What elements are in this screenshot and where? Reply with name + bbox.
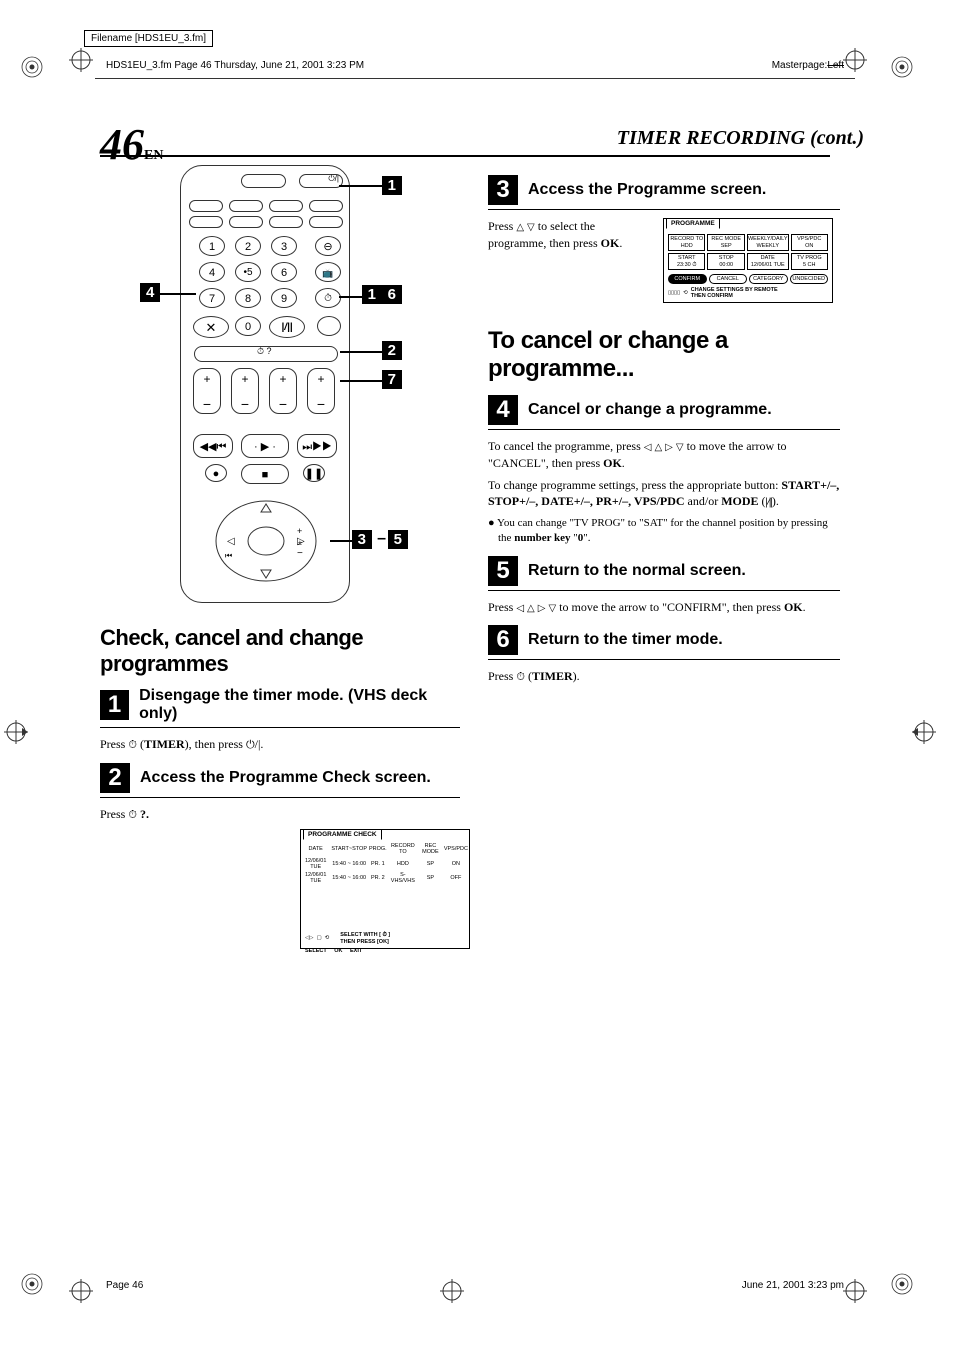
callout-16-right: 6 (382, 285, 402, 304)
crosshair-bc (440, 1279, 464, 1303)
step-1-number: 1 (100, 690, 129, 720)
osd-programme-tab: PROGRAMME (666, 218, 720, 229)
reg-mark-mr (912, 720, 936, 744)
footer-date: June 21, 2001 3:23 pm (742, 1280, 844, 1291)
table-row: 12/06/01 TUE15:40 ~ 16:00PR. 2S-VHS/VHSS… (301, 871, 469, 885)
page-number: 46EN (100, 119, 163, 170)
step-6-body: Press (TIMER). (488, 668, 840, 685)
filename-label: Filename [HDS1EU_3.fm] (84, 30, 213, 47)
header-doc-info: HDS1EU_3.fm Page 46 Thursday, June 21, 2… (106, 60, 364, 71)
step-6-row: 6 Return to the timer mode. (488, 625, 840, 655)
heading-check-cancel-change: Check, cancel and change programmes (100, 625, 460, 677)
osd-programme: PROGRAMME RECORD TOHDD REC MODESEP WEEKL… (663, 218, 833, 303)
callout-2: 2 (382, 341, 402, 360)
svg-text:◁: ◁ (227, 536, 235, 547)
step-1-row: 1 Disengage the timer mode. (VHS deck on… (100, 687, 460, 723)
power-icon (246, 737, 255, 751)
step-3-body: Press to select the programme, then pres… (488, 218, 653, 297)
svg-text:+: + (297, 526, 302, 536)
step-1-title: Disengage the timer mode. (VHS deck only… (139, 687, 460, 723)
step-4-p2: To change programme settings, press the … (488, 477, 840, 510)
step-2-title: Access the Programme Check screen. (140, 769, 431, 787)
clock-icon (128, 807, 137, 821)
title-rule (100, 155, 830, 157)
step-5-title: Return to the normal screen. (528, 562, 746, 580)
right-column: 3 Access the Programme screen. Press to … (488, 165, 840, 949)
step-2-body: Press ?. (100, 806, 460, 823)
step-4-p1: To cancel the programme, press to move t… (488, 438, 840, 471)
svg-text:⏮: ⏮ (225, 551, 232, 560)
step-5-row: 5 Return to the normal screen. (488, 556, 840, 586)
step-6-number: 6 (488, 625, 518, 655)
table-row: 12/06/01 TUE15:40 ~ 16:00PR. 1HDDSPON (301, 857, 469, 871)
left-column: ⏻/| 1 2 3 ⊖ 4 •5 6 📺 7 8 (100, 165, 460, 949)
header-rule (95, 78, 855, 79)
osd-programme-check: PROGRAMME CHECK DATE START~STOP PROG. RE… (300, 829, 470, 949)
crosshair-br (843, 1279, 867, 1303)
reg-mark-tl (20, 55, 44, 79)
callout-16-left: 1 (362, 285, 382, 304)
callout-dash: – (377, 530, 386, 548)
step-2-row: 2 Access the Programme Check screen. (100, 763, 460, 793)
remote-body: ⏻/| 1 2 3 ⊖ 4 •5 6 📺 7 8 (180, 165, 350, 603)
footer-page: Page 46 (106, 1280, 143, 1291)
callout-7: 7 (382, 370, 402, 389)
svg-text:−: − (297, 548, 303, 559)
step-4-row: 4 Cancel or change a programme. (488, 395, 840, 425)
callout-5: 5 (388, 530, 408, 549)
heading-cancel-change: To cancel or change a programme... (488, 327, 840, 383)
step-4-number: 4 (488, 395, 518, 425)
crosshair-bl (69, 1279, 93, 1303)
masterpage: Masterpage:Left (772, 60, 844, 71)
reg-mark-ml (4, 720, 28, 744)
reg-mark-br (890, 1272, 914, 1296)
section-title: TIMER RECORDING (cont.) (617, 127, 864, 150)
remote-figure: ⏻/| 1 2 3 ⊖ 4 •5 6 📺 7 8 (140, 165, 420, 605)
step-3-row: 3 Access the Programme screen. (488, 175, 840, 205)
callout-3: 3 (352, 530, 372, 549)
clock-icon (128, 737, 137, 751)
reg-mark-tr (890, 55, 914, 79)
reg-mark-bl (20, 1272, 44, 1296)
step-5-body: Press to move the arrow to "CONFIRM", th… (488, 599, 840, 616)
step-4-bullet: You can change "TV PROG" to "SAT" for th… (498, 516, 840, 546)
callout-1: 1 (382, 176, 402, 195)
step-4-title: Cancel or change a programme. (528, 401, 772, 419)
osd-check-tab: PROGRAMME CHECK (303, 829, 382, 840)
crosshair-tl (69, 48, 93, 72)
step-2-number: 2 (100, 763, 130, 793)
svg-text:±: ± (298, 540, 302, 547)
step-3-title: Access the Programme screen. (528, 181, 766, 199)
step-6-title: Return to the timer mode. (528, 631, 723, 649)
clock-icon (516, 669, 525, 683)
step-3-number: 3 (488, 175, 518, 205)
step-1-body: Press (TIMER), then press /|. (100, 736, 460, 753)
crosshair-tr (843, 48, 867, 72)
step-5-number: 5 (488, 556, 518, 586)
